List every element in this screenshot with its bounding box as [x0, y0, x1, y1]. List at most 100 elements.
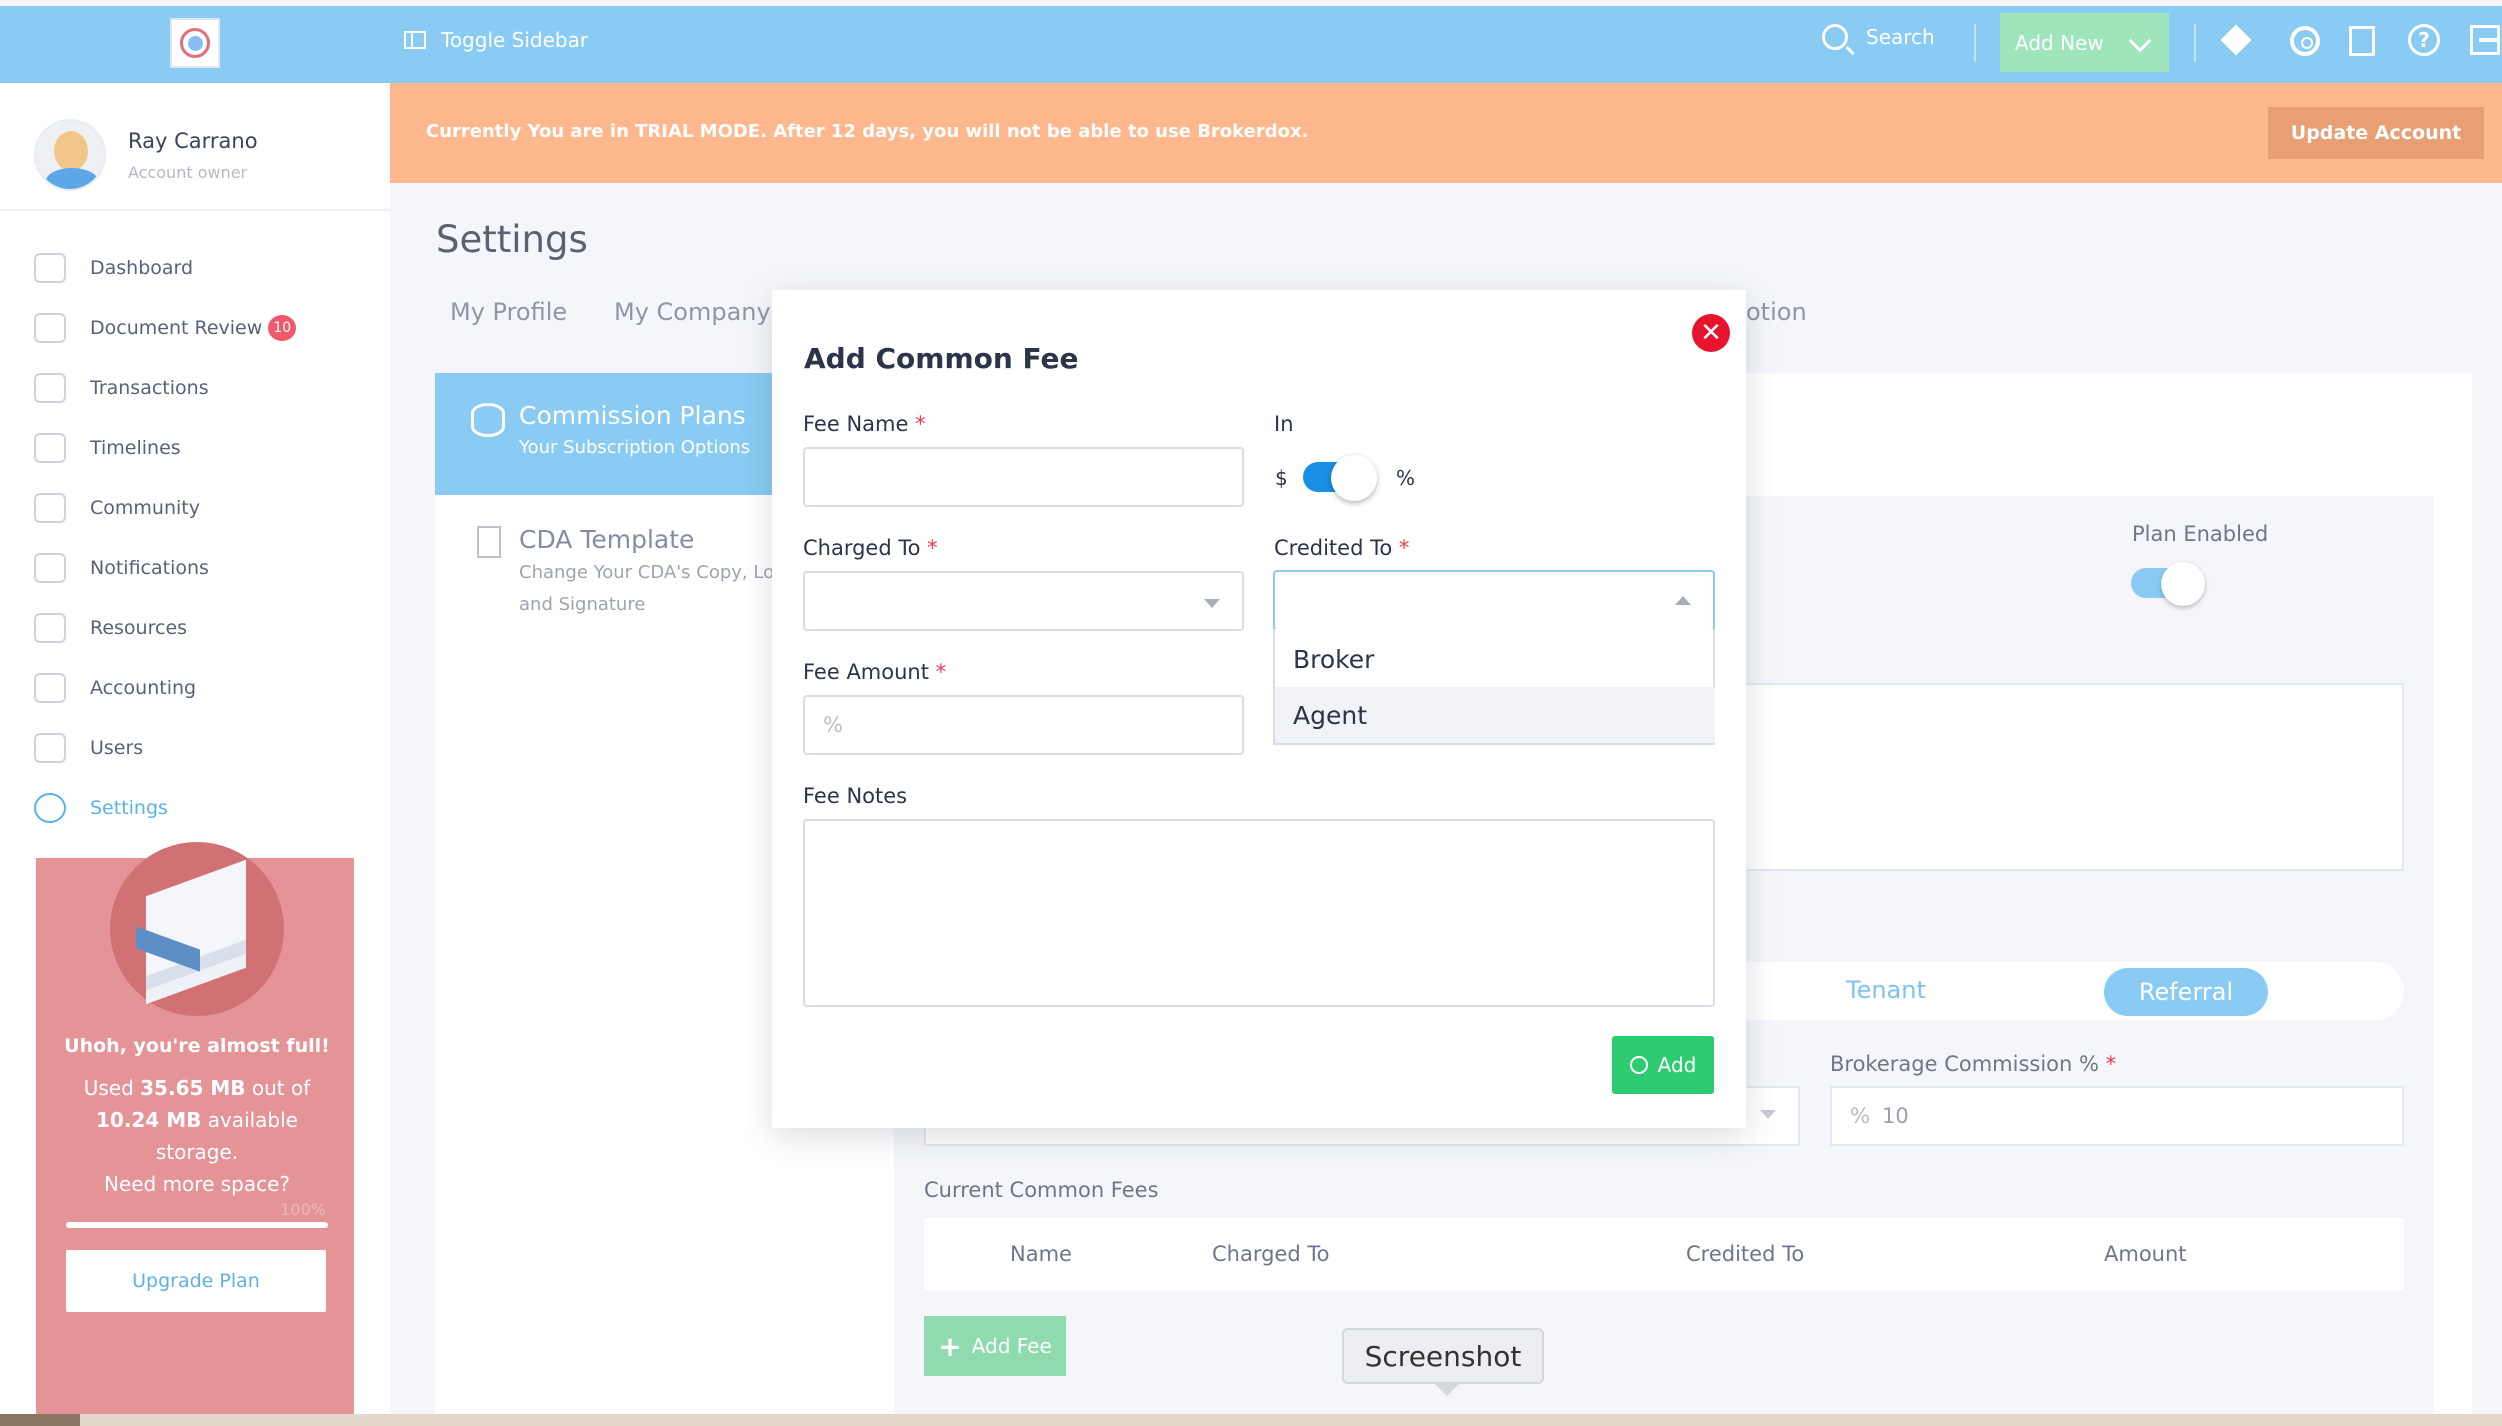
storage-warning-card: Uhoh, you're almost full! Used 35.65 MB …: [36, 842, 356, 1419]
gear-icon[interactable]: [2290, 26, 2320, 56]
storage-progress-bar: [66, 1222, 328, 1228]
credited-to-label: Credited To *: [1274, 536, 1409, 560]
document-icon: [34, 313, 66, 343]
close-icon[interactable]: ✕: [1692, 314, 1730, 352]
role-pill-group: [1724, 962, 2404, 1020]
storage-text: out of: [245, 1076, 311, 1100]
help-icon[interactable]: ?: [2408, 24, 2440, 56]
modal-title: Add Common Fee: [804, 342, 1079, 375]
tab-my-profile[interactable]: My Profile: [450, 298, 567, 326]
sidebar-nav: Dashboard Document Review 10 Transactions…: [34, 238, 297, 838]
sidebar-item-transactions[interactable]: Transactions: [34, 358, 296, 418]
brokerage-commission-input[interactable]: % 10: [1830, 1086, 2404, 1146]
tab-my-company[interactable]: My Company: [614, 298, 771, 326]
fee-amount-label: Fee Amount *: [803, 660, 946, 684]
search-icon: [1822, 24, 1848, 50]
add-new-label: Add New: [2015, 30, 2104, 55]
upgrade-plan-button[interactable]: Upgrade Plan: [66, 1250, 326, 1312]
required-marker: *: [935, 660, 947, 684]
dropdown-option-broker[interactable]: Broker: [1275, 631, 1715, 687]
chevron-down-icon: [2128, 29, 2152, 53]
percent-label: %: [1396, 466, 1416, 490]
tab-subscription[interactable]: otion: [1746, 298, 1807, 326]
in-label: In: [1274, 412, 1294, 436]
sidebar-item-community[interactable]: Community: [34, 478, 296, 538]
label-text: Credited To: [1274, 536, 1393, 560]
fee-name-input[interactable]: [803, 447, 1244, 507]
sidebar: Ray Carrano Account owner Dashboard Docu…: [0, 83, 390, 1426]
toggle-sidebar-label: Toggle Sidebar: [441, 28, 589, 52]
add-fee-button[interactable]: + Add Fee: [924, 1316, 1066, 1376]
sidebar-item-label: Users: [90, 737, 144, 759]
sidebar-item-label: Dashboard: [90, 257, 194, 279]
label-text: Fee Amount: [803, 660, 929, 684]
notification-icon[interactable]: [2221, 23, 2253, 57]
calculator-icon: [34, 673, 66, 703]
submenu-title: CDA Template: [519, 525, 695, 554]
submenu-subtitle: Your Subscription Options: [519, 437, 751, 458]
user-profile[interactable]: Ray Carrano Account owner: [34, 119, 258, 191]
sidebar-item-notifications[interactable]: Notifications: [34, 538, 296, 598]
divider: [0, 209, 390, 211]
gear-icon: [34, 793, 66, 823]
sidebar-item-users[interactable]: Users: [34, 718, 296, 778]
currency-percent-toggle[interactable]: [1303, 455, 1377, 501]
fee-notes-textarea[interactable]: [803, 819, 1715, 1007]
storage-available: 10.24 MB: [95, 1108, 202, 1132]
fee-amount-input[interactable]: %: [803, 695, 1244, 755]
sidebar-item-accounting[interactable]: Accounting: [34, 658, 296, 718]
submenu-subtitle-line: Change Your CDA's Copy, Lo: [519, 562, 775, 583]
trial-banner: Currently You are in TRIAL MODE. After 1…: [390, 83, 2502, 183]
charged-to-select[interactable]: [803, 571, 1244, 631]
sidebar-item-resources[interactable]: Resources: [34, 598, 296, 658]
pill-referral[interactable]: Referral: [2104, 968, 2268, 1016]
top-bar: Toggle Sidebar Search Add New ?: [0, 6, 2502, 83]
currency-label: $: [1275, 466, 1288, 490]
current-common-fees-label: Current Common Fees: [924, 1178, 1159, 1202]
document-icon: [477, 526, 501, 558]
count-badge: 10: [268, 315, 297, 341]
sidebar-item-label: Settings: [90, 797, 168, 819]
submenu-subtitle-line: and Signature: [519, 594, 646, 615]
sidebar-item-dashboard[interactable]: Dashboard: [34, 238, 296, 298]
calculator-icon[interactable]: [2349, 26, 2375, 56]
toggle-sidebar-button[interactable]: Toggle Sidebar: [404, 24, 588, 56]
fee-amount-placeholder: %: [823, 713, 843, 737]
sidebar-item-label: Notifications: [90, 557, 209, 579]
label-text: Fee Name: [803, 412, 909, 436]
credited-to-select[interactable]: [1273, 570, 1715, 631]
trial-message: Currently You are in TRIAL MODE. After 1…: [426, 121, 1309, 142]
coins-icon: [471, 403, 505, 437]
brand-logo[interactable]: [170, 18, 220, 68]
sidebar-item-timelines[interactable]: Timelines: [34, 418, 296, 478]
brokerage-value: 10: [1881, 1104, 1909, 1128]
dollar-icon: [34, 373, 66, 403]
plus-icon: +: [938, 1329, 962, 1363]
pill-tenant[interactable]: Tenant: [1846, 976, 1926, 1004]
required-marker: *: [915, 412, 926, 436]
storage-text: available: [201, 1108, 298, 1132]
plan-description-textarea[interactable]: [1724, 683, 2404, 871]
storage-title: Uhoh, you're almost full!: [64, 1035, 330, 1057]
sidebar-item-label: Accounting: [90, 677, 197, 699]
logo-mark-icon: [180, 28, 210, 58]
search-button[interactable]: Search: [1822, 24, 1935, 50]
storage-line: 10.24 MB available: [38, 1104, 356, 1136]
timeline-icon: [34, 433, 66, 463]
divider: [1974, 24, 1976, 62]
add-button[interactable]: Add: [1612, 1036, 1714, 1094]
column-amount: Amount: [2104, 1242, 2187, 1266]
logout-icon[interactable]: [2470, 25, 2500, 55]
update-account-button[interactable]: Update Account: [2268, 107, 2484, 159]
sidebar-item-settings[interactable]: Settings: [34, 778, 296, 838]
books-illustration-icon: [110, 842, 284, 1016]
sidebar-item-document-review[interactable]: Document Review 10: [34, 298, 297, 358]
column-credited-to: Credited To: [1686, 1242, 1805, 1266]
label-text: Brokerage Commission %: [1830, 1052, 2099, 1076]
plan-enabled-toggle[interactable]: [2131, 562, 2205, 606]
storage-line: Used 35.65 MB out of: [38, 1072, 356, 1104]
add-new-button[interactable]: Add New: [2000, 13, 2169, 72]
add-label: Add: [1657, 1053, 1697, 1077]
fees-table-header: Name Charged To Credited To Amount: [924, 1218, 2404, 1290]
dropdown-option-agent[interactable]: Agent: [1275, 687, 1715, 743]
